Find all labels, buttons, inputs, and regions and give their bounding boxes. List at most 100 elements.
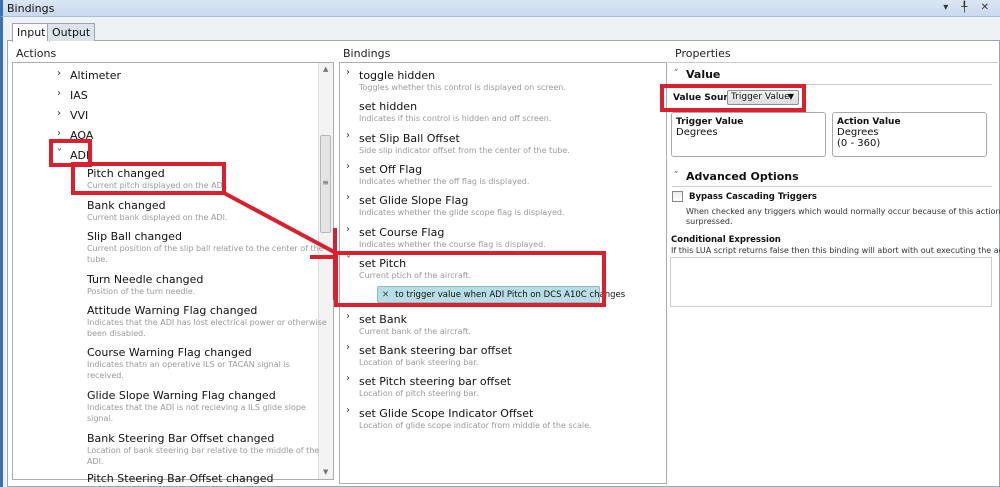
- tree-node-altimeter[interactable]: Altimeter: [70, 69, 121, 82]
- action-value-unit: Degrees: [837, 127, 879, 138]
- binding-description: Current ptich of the aircraft.: [359, 270, 472, 280]
- divider: [668, 62, 998, 63]
- action-description: Current bank displayed on the ADI.: [87, 213, 228, 222]
- trigger-value-title: Trigger Value: [676, 117, 744, 127]
- action-description: ADI.: [87, 457, 104, 466]
- remove-binding-icon[interactable]: ✕: [382, 290, 389, 300]
- chevron-right-icon[interactable]: ›: [346, 224, 350, 235]
- binding-description: Toggles whether this control is displaye…: [359, 83, 566, 92]
- action-description: signal.: [87, 414, 114, 423]
- action-description: tube.: [87, 255, 108, 264]
- action-description: Indicates that the ADI is not recieving …: [87, 403, 306, 412]
- binding-tag[interactable]: ✕ to trigger value when ADI Pitch on DCS …: [377, 286, 625, 303]
- bypass-checkbox[interactable]: [672, 191, 683, 202]
- chevron-right-icon[interactable]: ›: [57, 108, 61, 119]
- properties-header: Properties: [675, 47, 731, 60]
- value-source-select[interactable]: Trigger Value ▼: [727, 90, 799, 105]
- action-value-range: (0 - 360): [837, 138, 881, 149]
- dropdown-arrow-icon: ▼: [787, 92, 794, 101]
- action-item[interactable]: Course Warning Flag changed: [87, 346, 252, 359]
- binding-description: Indicates whether the glide scope flag i…: [359, 208, 565, 218]
- tab-output[interactable]: Output: [47, 23, 96, 41]
- window-title-bar: Bindings: [0, 0, 1000, 17]
- chevron-right-icon[interactable]: ›: [346, 311, 350, 322]
- chevron-right-icon[interactable]: ›: [346, 130, 350, 141]
- binding-item[interactable]: set Bank: [359, 313, 407, 326]
- chevron-right-icon[interactable]: ›: [346, 192, 350, 203]
- action-description: Indicates thatn an operative ILS or TACA…: [87, 360, 290, 369]
- action-item[interactable]: Bank Steering Bar Offset changed: [87, 432, 274, 445]
- action-description: Current pitch displayed on the ADI.: [87, 181, 228, 190]
- advanced-section-title: Advanced Options: [686, 170, 799, 183]
- action-description: received.: [87, 371, 124, 380]
- action-item[interactable]: Bank changed: [87, 199, 166, 212]
- binding-item[interactable]: set Off Flag: [359, 163, 422, 176]
- binding-item[interactable]: set Pitch: [359, 257, 406, 270]
- bindings-header: Bindings: [343, 47, 391, 60]
- binding-description: Indicates if this control is hidden and …: [359, 114, 552, 124]
- action-item[interactable]: Slip Ball changed: [87, 230, 182, 243]
- tree-node-adi[interactable]: ADI: [70, 149, 89, 162]
- value-source-selected: Trigger Value: [731, 92, 790, 102]
- action-value-box: Action Value Degrees (0 - 360): [832, 112, 987, 157]
- binding-item[interactable]: set Glide Scope Indicator Offset: [359, 407, 533, 420]
- action-description: been disabled.: [87, 329, 146, 338]
- divider: [672, 186, 992, 187]
- action-item[interactable]: Pitch Steering Bar Offset changed: [87, 472, 273, 485]
- chevron-right-icon[interactable]: ›: [346, 161, 350, 172]
- action-item[interactable]: Turn Needle changed: [87, 273, 203, 286]
- actions-scrollbar[interactable]: ▲ ▼: [318, 63, 333, 479]
- binding-item[interactable]: set Slip Ball Offset: [359, 132, 460, 145]
- binding-tag-text: to trigger value when ADI Pitch on DCS A…: [395, 290, 626, 300]
- bypass-description: When checked any triggers which would no…: [686, 207, 1000, 216]
- chevron-right-icon[interactable]: ›: [346, 67, 350, 78]
- action-item[interactable]: Glide Slope Warning Flag changed: [87, 389, 276, 402]
- scrollbar-thumb[interactable]: ≡: [320, 135, 331, 233]
- trigger-value-box: Trigger Value Degrees: [671, 112, 826, 157]
- chevron-right-icon[interactable]: ›: [346, 373, 350, 384]
- action-description: Position of the turn needle.: [87, 287, 196, 296]
- conditional-expression-description: If this LUA script returns false then th…: [671, 246, 1000, 255]
- bypass-description: surpressed.: [686, 217, 733, 226]
- chevron-right-icon[interactable]: ›: [346, 342, 350, 353]
- binding-description: Indicates whether the course flag is dis…: [359, 239, 546, 249]
- binding-item[interactable]: set hidden: [359, 100, 417, 113]
- tab-input[interactable]: Input: [12, 23, 51, 42]
- binding-item[interactable]: set Pitch steering bar offset: [359, 375, 511, 388]
- conditional-expression-label: Conditional Expression: [671, 235, 781, 245]
- binding-item[interactable]: set Bank steering bar offset: [359, 344, 512, 357]
- chevron-down-icon[interactable]: ˅: [674, 171, 679, 181]
- window-controls[interactable]: ▾ ╀ ✕: [943, 2, 994, 13]
- binding-description: Current bank of the aircraft.: [359, 326, 471, 336]
- action-item[interactable]: Pitch changed: [87, 167, 165, 180]
- chevron-right-icon[interactable]: ›: [346, 405, 350, 416]
- chevron-right-icon[interactable]: ›: [57, 68, 61, 79]
- scroll-up-icon[interactable]: ▲: [323, 65, 328, 73]
- actions-header: Actions: [16, 47, 57, 60]
- tree-node-aoa[interactable]: AOA: [70, 129, 93, 142]
- tree-node-ias[interactable]: IAS: [70, 89, 88, 102]
- conditional-expression-input[interactable]: [670, 257, 992, 307]
- action-item[interactable]: Attitude Warning Flag changed: [87, 304, 257, 317]
- window-title: Bindings: [7, 2, 55, 15]
- tree-node-vvi[interactable]: VVI: [70, 109, 88, 122]
- action-description: Indicates that the ADI has lost electric…: [87, 318, 327, 327]
- divider: [672, 84, 992, 85]
- value-section-title: Value: [686, 68, 721, 81]
- action-description: Location of bank steering bar relative t…: [87, 446, 320, 455]
- bypass-label: Bypass Cascading Triggers: [689, 192, 817, 202]
- chevron-down-icon[interactable]: ˅: [57, 148, 62, 159]
- chevron-down-icon[interactable]: ˅: [346, 255, 351, 266]
- actions-tree: [12, 62, 334, 480]
- binding-description: Location of bank steering bar.: [359, 358, 479, 368]
- chevron-right-icon[interactable]: ›: [57, 88, 61, 99]
- chevron-right-icon[interactable]: ›: [57, 128, 61, 139]
- binding-item[interactable]: set Glide Slope Flag: [359, 194, 468, 207]
- binding-item[interactable]: set Course Flag: [359, 226, 444, 239]
- window-edge: [0, 17, 3, 487]
- scroll-down-icon[interactable]: ▼: [323, 468, 328, 476]
- action-description: Current position of the slip ball relati…: [87, 244, 324, 253]
- binding-description: Indicates whether the off flag is displa…: [359, 176, 530, 186]
- chevron-down-icon[interactable]: ˅: [674, 69, 679, 79]
- binding-item[interactable]: toggle hidden: [359, 69, 435, 82]
